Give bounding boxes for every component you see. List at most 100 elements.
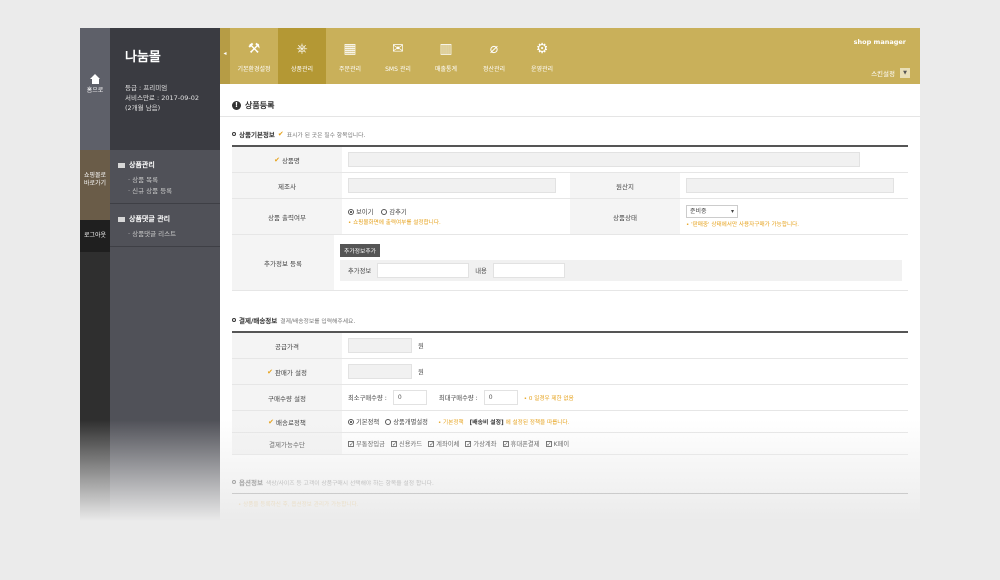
go-to-shop-label-line2: 바로가기 <box>83 180 107 187</box>
nav-basic-settings[interactable]: ⚒ 기본환경설정 <box>230 28 278 84</box>
row-sale-price: ✔ 판매가 설정 원 <box>232 359 908 385</box>
nav-settlement[interactable]: ⌀ 정산관리 <box>470 28 518 84</box>
option-form: • 상품을 등록하신 후, 옵션정보 관리가 가능합니다. <box>232 493 908 514</box>
shop-manager-label: shop manager <box>853 38 906 46</box>
info-icon: ! <box>232 101 241 110</box>
nav-label: 정산관리 <box>482 66 506 73</box>
extra-info-label: 추가정보 등록 <box>232 235 334 290</box>
payment-transfer-checkbox[interactable]: ✓ 계좌이체 <box>428 439 459 448</box>
nav-sms-management[interactable]: ✉ SMS 관리 <box>374 28 422 84</box>
product-name-input[interactable] <box>348 152 860 167</box>
shipping-settings-link[interactable]: [배송비 설정] <box>470 417 504 426</box>
service-expiry: 서비스만료 : 2017-09-02 <box>125 94 199 102</box>
payment-bank-checkbox[interactable]: ✓ 무통장입금 <box>348 439 385 448</box>
label-text: 배송료정책 <box>275 418 306 427</box>
checkbox-checked-icon: ✓ <box>502 440 509 448</box>
nav-label: 기본환경설정 <box>237 66 271 73</box>
menu-head-comments[interactable]: 상품댓글 관리 <box>110 214 220 224</box>
status-select[interactable]: 준비중 ▾ <box>686 205 738 218</box>
max-qty-input[interactable]: 0 <box>483 390 518 405</box>
row-maker-origin: 제조사 원산지 <box>232 173 908 199</box>
sale-price-input[interactable] <box>348 364 412 379</box>
skin-setting[interactable]: 스킨설정 ▼ <box>871 68 910 78</box>
sms-icon: ✉ <box>392 41 404 57</box>
logout-button[interactable]: 로그아웃 <box>80 220 110 252</box>
collapse-sidebar-button[interactable]: ◂ <box>220 28 230 84</box>
nav-product-management[interactable]: ⎈ 상품관리 <box>278 28 326 84</box>
menu-item-product-list[interactable]: · 상품 목록 <box>110 175 220 186</box>
home-icon <box>89 74 101 84</box>
tools-icon: ⚒ <box>247 41 261 57</box>
row-extra-info: 추가정보 등록 추가정보추가 추가정보 내용 <box>232 235 908 291</box>
checkbox-label: 신용카드 <box>398 441 423 448</box>
bullet-icon <box>232 132 236 136</box>
go-to-shop-button[interactable]: 쇼핑몰로 바로가기 <box>80 150 110 220</box>
checkbox-label: 계좌이체 <box>436 441 460 448</box>
origin-cell <box>680 174 908 197</box>
payment-kpay-checkbox[interactable]: ✓ K페이 <box>545 439 569 448</box>
menu-group-comments: 상품댓글 관리 · 상품댓글 리스트 <box>110 204 220 247</box>
folder-icon <box>118 162 125 168</box>
required-check-icon: ✔ <box>268 417 274 426</box>
shipping-basic-radio[interactable]: 기본정책 <box>348 417 379 426</box>
shop-grade: 등급 : 프리미엄 <box>125 84 168 92</box>
payment-card-checkbox[interactable]: ✓ 신용카드 <box>390 439 423 448</box>
nav-operations[interactable]: ⚙ 운영관리 <box>518 28 566 84</box>
min-qty-input[interactable]: 0 <box>392 390 427 405</box>
radio-label: 보이기 <box>356 209 374 216</box>
origin-input[interactable] <box>686 178 894 193</box>
payment-methods-cell: ✓ 무통장입금 ✓ 신용카드 ✓ 계좌이체 ✓ 가상계좌 ✓ 휴대폰결제 ✓ K페이 <box>342 435 908 452</box>
radio-label: 상품개별설정 <box>393 419 428 426</box>
max-qty-label: 최대구매수량 : <box>438 395 478 402</box>
row-payment-methods: 결제가능수단 ✓ 무통장입금 ✓ 신용카드 ✓ 계좌이체 ✓ 가상계좌 ✓ 휴대폰결제 ✓… <box>232 433 908 455</box>
payment-form: 공급가격 원 ✔ 판매가 설정 원 구매수량 설정 최소구매수량 : 0 최대구매… <box>232 331 908 455</box>
supply-price-label: 공급가격 <box>232 333 342 358</box>
checkbox-checked-icon: ✓ <box>465 440 472 448</box>
display-hide-radio[interactable]: 감추기 <box>381 207 407 216</box>
status-label: 상품상태 <box>570 199 680 234</box>
sale-price-label: ✔ 판매가 설정 <box>232 359 342 384</box>
nav-label: 주문관리 <box>338 66 362 73</box>
payment-virtual-account-checkbox[interactable]: ✓ 가상계좌 <box>465 439 497 448</box>
display-show-radio[interactable]: 보이기 <box>348 207 373 216</box>
menu-head-label: 상품관리 <box>129 161 155 169</box>
section-option-title: 옵션정보 색상/사이즈 등 고객이 상품구매시 선택해야 하는 항목을 설정 합… <box>220 477 920 487</box>
section-payment-title: 결제/배송정보 결제/배송정보를 입력해주세요. <box>220 315 920 325</box>
required-check-icon: ✔ <box>267 367 273 376</box>
section-hint: 색상/사이즈 등 고객이 상품구매시 선택해야 하는 항목을 설정 합니다. <box>265 480 434 487</box>
supply-price-input[interactable] <box>348 338 412 353</box>
extra-field-input[interactable] <box>377 263 470 278</box>
display-note: • 쇼핑몰화면에 출력여부를 설정합니다. <box>348 220 441 226</box>
section-title-text: 결제/배송정보 <box>239 317 278 325</box>
nav-sales-stats[interactable]: ▥ 매출통계 <box>422 28 470 84</box>
checkbox-checked-icon: ✓ <box>348 440 355 448</box>
status-note: • '판매중' 상태에서만 사용자구매가 가능합니다. <box>686 222 800 228</box>
row-shipping: ✔ 배송료정책 기본정책 상품개별설정 • 기본정책 [배송비 설정] 에 설정된… <box>232 411 908 433</box>
binder-icon: ▦ <box>343 41 357 57</box>
shipping-individual-radio[interactable]: 상품개별설정 <box>385 417 428 426</box>
shipping-label: ✔ 배송료정책 <box>232 411 342 432</box>
nav-label: 운영관리 <box>530 66 554 73</box>
display-label: 상품 출력여부 <box>232 199 342 234</box>
nav-label: 매출통계 <box>434 66 458 73</box>
section-hint: 결제/배송정보를 입력해주세요. <box>280 318 356 325</box>
menu-item-comment-list[interactable]: · 상품댓글 리스트 <box>110 229 220 240</box>
checkbox-label: 무통장입금 <box>356 441 385 448</box>
menu-item-new-product[interactable]: · 신규 상품 등록 <box>110 186 220 197</box>
extra-content-input[interactable] <box>492 263 565 278</box>
menu-head-product[interactable]: 상품관리 <box>110 160 220 170</box>
payment-phone-checkbox[interactable]: ✓ 휴대폰결제 <box>502 439 540 448</box>
add-extra-info-button[interactable]: 추가정보추가 <box>340 244 380 257</box>
label-text: 판매가 설정 <box>274 368 307 377</box>
home-rail-button[interactable]: 홈으로 <box>80 28 110 150</box>
sale-price-cell: 원 <box>342 360 908 383</box>
basic-info-form: ✔ 상품명 제조사 원산지 상품 출력여부 보이기 감추기 • 쇼핑몰화면에 출력… <box>232 145 908 291</box>
go-to-shop-label-line1: 쇼핑몰로 <box>83 172 107 179</box>
row-display-status: 상품 출력여부 보이기 감추기 • 쇼핑몰화면에 출력여부를 설정합니다. 상품… <box>232 199 908 235</box>
nav-order-management[interactable]: ▦ 주문관리 <box>326 28 374 84</box>
maker-input[interactable] <box>348 178 556 193</box>
top-nav: ◂ ⚒ 기본환경설정 ⎈ 상품관리 ▦ 주문관리 ✉ SMS 관리 ▥ 매출통계 <box>220 28 920 84</box>
radio-label: 기본정책 <box>356 419 380 426</box>
quantity-cell: 최소구매수량 : 0 최대구매수량 : 0 • 0 일경우 제한 없음 <box>342 386 908 409</box>
wrench-icon: ⚙ <box>535 41 549 57</box>
